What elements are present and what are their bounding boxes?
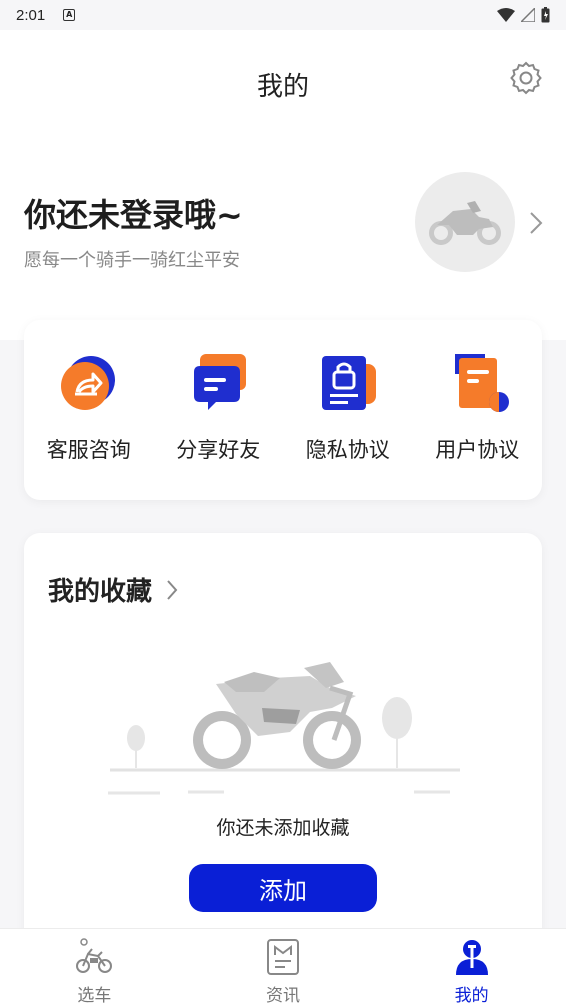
battery-icon <box>541 7 550 23</box>
profile-icon <box>455 940 488 975</box>
chevron-right-icon <box>167 579 178 600</box>
service-user-agreement[interactable]: 用户协议 <box>413 320 543 500</box>
service-customer-support[interactable]: 客服咨询 <box>24 320 154 500</box>
login-prompt-title[interactable]: 你还未登录哦~ <box>24 190 243 236</box>
customer-service-icon <box>60 356 115 410</box>
services-card: 客服咨询 分享好友 隐私协议 用户协议 <box>24 320 542 500</box>
signal-icon <box>521 8 535 22</box>
login-prompt-subtitle: 愿每一个骑手一骑红尘平安 <box>24 250 240 271</box>
motorcycle-icon <box>429 201 501 245</box>
service-label: 客服咨询 <box>46 438 131 462</box>
status-bar: 2:01 A <box>0 0 566 30</box>
add-favorite-button[interactable]: 添加 <box>189 864 377 912</box>
motorcycle-tab-icon <box>76 938 113 973</box>
service-privacy[interactable]: 隐私协议 <box>283 320 413 500</box>
service-label: 用户协议 <box>435 438 520 462</box>
service-label: 隐私协议 <box>305 438 390 462</box>
tab-label: 选车 <box>77 986 112 1006</box>
service-share[interactable]: 分享好友 <box>154 320 284 500</box>
chevron-right-icon[interactable] <box>528 210 544 236</box>
tab-label: 资讯 <box>266 986 300 1006</box>
page-title: 我的 <box>256 72 309 102</box>
gear-icon <box>510 61 542 95</box>
tab-label: 我的 <box>454 986 489 1006</box>
news-icon <box>267 939 299 975</box>
avatar[interactable] <box>415 172 515 272</box>
share-message-icon <box>194 354 247 410</box>
tab-news[interactable]: 资讯 <box>189 929 378 1008</box>
status-indicators <box>497 7 550 23</box>
favorites-header[interactable]: 我的收藏 <box>48 571 178 608</box>
tab-mine[interactable]: 我的 <box>377 929 566 1008</box>
settings-button[interactable] <box>508 60 544 96</box>
favorites-card: 我的收藏 你还未添加收藏 添加 <box>24 533 542 953</box>
service-label: 分享好友 <box>176 438 261 462</box>
bottom-tab-bar: 选车 资讯 我的 <box>0 928 566 1008</box>
favorites-title: 我的收藏 <box>48 577 153 607</box>
tab-select-car[interactable]: 选车 <box>0 929 189 1008</box>
notification-badge: A <box>63 9 76 21</box>
user-agreement-icon <box>455 354 510 412</box>
status-time: 2:01 <box>16 6 46 24</box>
wifi-icon <box>497 8 515 22</box>
privacy-lock-icon <box>321 356 376 410</box>
empty-favorites-text: 你还未添加收藏 <box>216 817 350 839</box>
empty-favorites-illustration <box>108 662 460 795</box>
